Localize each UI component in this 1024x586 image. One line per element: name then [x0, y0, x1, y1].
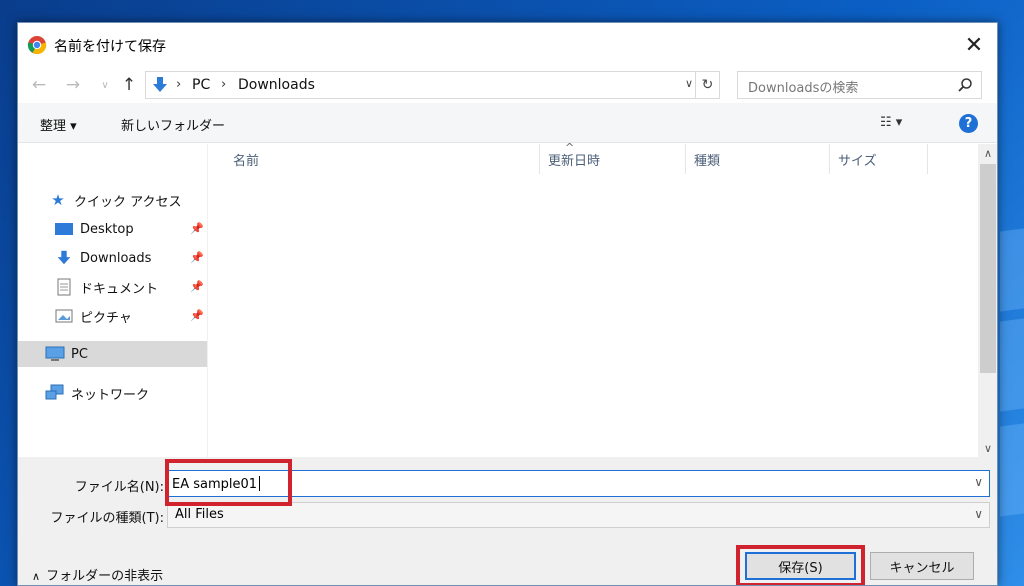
new-folder-button[interactable]: 新しいフォルダー — [121, 115, 225, 134]
chevron-down-icon[interactable]: ∨ — [974, 507, 983, 521]
column-header-type[interactable]: 種類 — [686, 144, 830, 174]
breadcrumb-downloads[interactable]: Downloads — [238, 77, 315, 93]
sidebar-item-desktop[interactable]: Desktop — [54, 216, 134, 242]
sidebar-item-label: クイック アクセス — [74, 194, 182, 210]
organize-button[interactable]: 整理 ▾ — [40, 115, 77, 134]
help-icon[interactable]: ? — [959, 114, 978, 133]
scrollbar-thumb[interactable] — [980, 164, 996, 373]
filename-value[interactable]: EA sample01 — [172, 476, 261, 492]
sidebar-item-label: ドキュメント — [80, 281, 159, 297]
desktop-background-pane — [1000, 228, 1024, 312]
dialog-title: 名前を付けて保存 — [54, 39, 166, 55]
address-dropdown-icon[interactable]: ∨ — [685, 77, 693, 90]
chrome-icon — [27, 36, 47, 55]
filetype-select[interactable]: All Files ∨ — [167, 502, 990, 528]
pin-icon: 📌 — [190, 280, 204, 293]
up-arrow-icon[interactable]: ↑ — [118, 73, 140, 97]
search-icon[interactable] — [957, 77, 973, 93]
sidebar-item-label: ネットワーク — [71, 387, 150, 403]
recent-locations-chevron-icon[interactable]: ∨ — [94, 73, 116, 97]
desktop-background-pane — [1000, 318, 1024, 412]
pin-icon: 📌 — [190, 222, 204, 235]
column-header-modified[interactable]: 更新日時 — [540, 144, 686, 174]
command-toolbar: 整理 ▾ 新しいフォルダー ☷ ▾ ? — [18, 103, 997, 143]
title-bar: 名前を付けて保存 ✕ — [18, 23, 997, 67]
breadcrumb-separator-icon: › — [176, 77, 182, 92]
back-arrow-icon[interactable]: ← — [28, 73, 50, 97]
star-icon: ★ — [51, 191, 65, 209]
sidebar-item-label: ピクチャ — [80, 310, 132, 326]
address-bar[interactable]: › PC › Downloads ∨ ↻ — [145, 71, 720, 99]
hide-folders-button[interactable]: ∧ フォルダーの非表示 — [32, 565, 163, 584]
view-options-icon[interactable]: ☷ ▾ — [880, 115, 902, 130]
search-box[interactable]: Downloadsの検索 — [737, 71, 982, 99]
chevron-down-icon[interactable]: ∨ — [974, 475, 983, 489]
cancel-button[interactable]: キャンセル — [870, 552, 974, 580]
filename-field[interactable]: EA sample01 ∨ — [167, 470, 990, 497]
filename-text: EA sample01 — [172, 477, 258, 492]
filename-label: ファイル名(N): — [74, 480, 164, 495]
sidebar-item-documents[interactable]: ドキュメント — [54, 274, 158, 300]
refresh-icon[interactable]: ↻ — [695, 72, 719, 98]
pin-icon: 📌 — [190, 309, 204, 322]
vertical-scrollbar[interactable]: ∧ ∨ — [978, 144, 997, 457]
pc-icon — [45, 345, 65, 363]
file-list[interactable]: ^ 名前 更新日時 種類 サイズ — [209, 141, 978, 457]
save-button[interactable]: 保存(S) — [745, 552, 856, 580]
filetype-label: ファイルの種類(T): — [50, 511, 164, 526]
sidebar-item-label: PC — [71, 346, 88, 362]
sidebar-item-pc[interactable]: PC — [18, 341, 207, 367]
save-as-dialog: 名前を付けて保存 ✕ ← → ∨ ↑ › PC › Downloads ∨ ↻ … — [17, 22, 998, 586]
search-input[interactable]: Downloadsの検索 — [748, 77, 858, 96]
column-header-name[interactable]: 名前 — [209, 144, 540, 174]
breadcrumb-pc[interactable]: PC — [192, 77, 210, 93]
hide-folders-label: フォルダーの非表示 — [46, 569, 164, 584]
sidebar-item-quick-access[interactable]: ★ クイック アクセス — [48, 187, 181, 213]
navigation-pane: ★ クイック アクセス Desktop 📌 Downloads 📌 ドキュメント… — [18, 144, 208, 457]
sidebar-item-label: Desktop — [80, 221, 134, 237]
downloads-arrow-icon — [54, 249, 74, 267]
document-icon — [54, 278, 74, 296]
downloads-arrow-icon — [153, 77, 167, 92]
save-form: ファイル名(N): EA sample01 ∨ ファイルの種類(T): All … — [18, 457, 997, 585]
sidebar-item-downloads[interactable]: Downloads — [54, 245, 151, 271]
pictures-icon — [54, 307, 74, 325]
text-caret — [259, 476, 261, 491]
sidebar-item-label: Downloads — [80, 250, 152, 266]
scroll-down-icon[interactable]: ∨ — [978, 439, 997, 457]
network-icon — [45, 384, 65, 402]
close-button[interactable]: ✕ — [951, 23, 997, 67]
desktop-icon — [54, 220, 74, 238]
navigation-bar: ← → ∨ ↑ › PC › Downloads ∨ ↻ Downloadsの検… — [18, 67, 997, 103]
sidebar-item-pictures[interactable]: ピクチャ — [54, 303, 132, 329]
forward-arrow-icon[interactable]: → — [62, 73, 84, 97]
desktop-background-pane — [1000, 423, 1024, 517]
scroll-up-icon[interactable]: ∧ — [978, 144, 997, 162]
sidebar-item-network[interactable]: ネットワーク — [45, 380, 149, 406]
filetype-value: All Files — [175, 507, 224, 522]
column-header-size[interactable]: サイズ — [830, 144, 928, 174]
breadcrumb-separator-icon: › — [221, 77, 227, 92]
pin-icon: 📌 — [190, 251, 204, 264]
chevron-up-icon: ∧ — [32, 570, 41, 583]
